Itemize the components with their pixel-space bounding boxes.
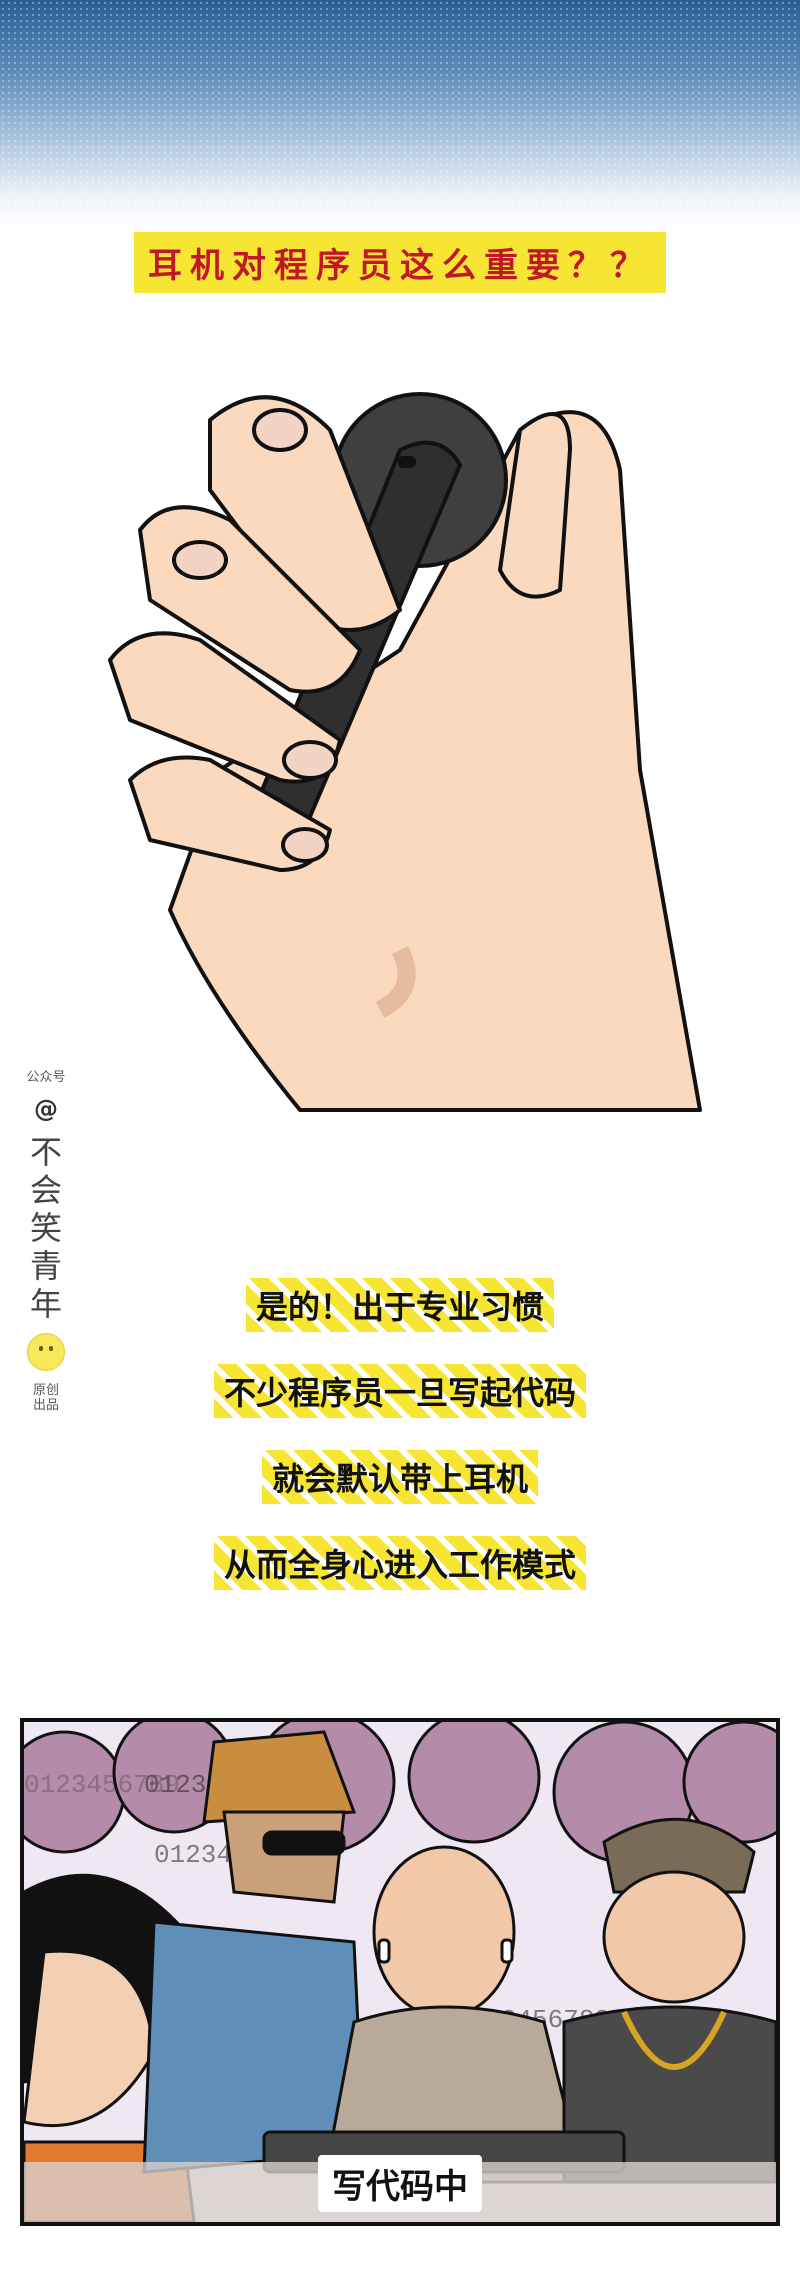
side-brand-char: 会 bbox=[29, 1171, 62, 1209]
nail-little bbox=[281, 827, 329, 863]
panel-caption: 写代码中 bbox=[318, 2155, 482, 2212]
side-brand-label-top: 公众号 bbox=[26, 1070, 66, 1085]
side-brand-char: 笑 bbox=[29, 1209, 62, 1247]
nail-ring bbox=[282, 740, 338, 780]
caption-text: 是的！出于专业习惯 bbox=[245, 1278, 554, 1332]
caption-line: 是的！出于专业习惯 bbox=[0, 1278, 800, 1364]
code-digits-text: 0123456789 bbox=[24, 1770, 180, 1800]
panel-caption-wrapper: 写代码中 bbox=[24, 2155, 776, 2212]
caption-text: 就会默认带上耳机 bbox=[261, 1450, 538, 1504]
page-title: 耳机对程序员这么重要？？ bbox=[134, 232, 666, 293]
earbud-sensor bbox=[398, 456, 416, 468]
page-title-wrapper: 耳机对程序员这么重要？？ bbox=[0, 232, 800, 293]
nail-middle bbox=[172, 540, 228, 580]
nail-index bbox=[252, 408, 308, 452]
rocking-person-right bbox=[562, 1817, 776, 2184]
caption-block: 是的！出于专业习惯 不少程序员一旦写起代码 就会默认带上耳机 从而全身心进入工作… bbox=[0, 1278, 800, 1622]
earbud-left-icon bbox=[377, 1938, 391, 1964]
caption-line: 就会默认带上耳机 bbox=[0, 1450, 800, 1536]
side-brand-char: 不 bbox=[29, 1133, 62, 1171]
earbud-right-icon bbox=[500, 1938, 514, 1964]
hand-holding-earbud-illustration bbox=[108, 392, 702, 1112]
caption-text: 从而全身心进入工作模式 bbox=[213, 1536, 586, 1590]
caption-line: 从而全身心进入工作模式 bbox=[0, 1536, 800, 1622]
caption-line: 不少程序员一旦写起代码 bbox=[0, 1364, 800, 1450]
comic-panel-coding: 0123456789 0123456789 0123456789 0123456… bbox=[20, 1718, 780, 2226]
thumb bbox=[498, 412, 572, 599]
coding-scene-illustration: 0123456789 0123456789 0123456789 0123456… bbox=[24, 1722, 776, 2222]
caption-text: 不少程序员一旦写起代码 bbox=[213, 1364, 586, 1418]
sky-gradient-background bbox=[0, 0, 800, 230]
at-icon: @ bbox=[34, 1095, 58, 1123]
